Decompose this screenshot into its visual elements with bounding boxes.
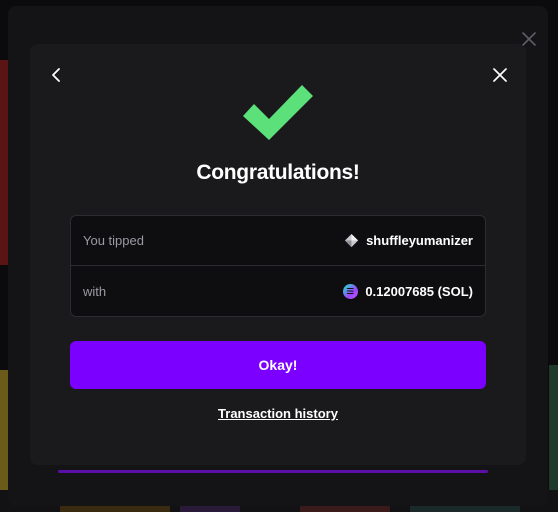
solana-icon <box>343 283 359 299</box>
okay-button[interactable]: Okay! <box>70 341 486 389</box>
checkmark-icon <box>243 85 313 140</box>
row-value: shuffleyumanizer <box>344 233 473 248</box>
row-label: You tipped <box>83 233 144 248</box>
background-content <box>0 60 8 265</box>
chevron-left-icon <box>52 68 60 82</box>
page-title: Congratulations! <box>196 161 360 184</box>
tip-amount-row: with 0.12007685 (SOL) <box>71 266 485 316</box>
outer-button-edge <box>58 470 488 473</box>
back-button[interactable] <box>46 64 68 86</box>
transaction-history-link[interactable]: Transaction history <box>30 406 526 421</box>
background-content <box>549 365 558 495</box>
tipped-username: shuffleyumanizer <box>366 233 473 248</box>
background-content <box>0 370 8 490</box>
ethereum-diamond-icon <box>345 233 359 248</box>
row-label: with <box>83 283 107 299</box>
row-value: 0.12007685 (SOL) <box>343 283 473 299</box>
tip-details-box: You tipped shuffleyumanizer with 0.12007… <box>70 215 486 317</box>
tipped-user-row: You tipped shuffleyumanizer <box>71 216 485 266</box>
close-button[interactable] <box>489 64 511 86</box>
tip-amount: 0.12007685 (SOL) <box>365 283 473 299</box>
tip-success-modal: Congratulations! You tipped shuffleyuman… <box>30 44 526 465</box>
close-icon <box>493 68 507 82</box>
